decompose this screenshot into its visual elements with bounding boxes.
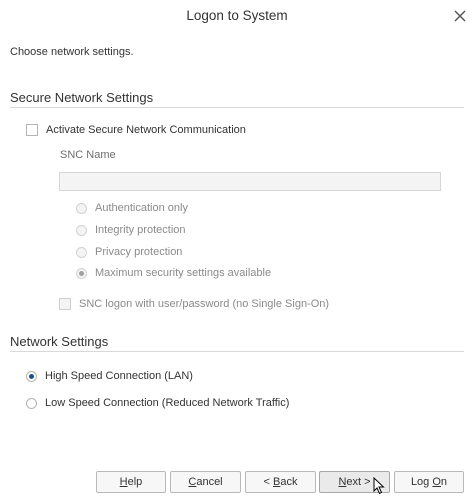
radio-button-selected[interactable] bbox=[76, 267, 87, 279]
section-divider bbox=[10, 351, 464, 352]
radio-label: Authentication only bbox=[95, 202, 188, 214]
intro-text: Choose network settings. bbox=[10, 46, 134, 58]
radio-button[interactable] bbox=[26, 397, 37, 409]
radio-label: Privacy protection bbox=[95, 246, 183, 258]
radio-label: High Speed Connection (LAN) bbox=[45, 370, 193, 382]
network-settings-section-title: Network Settings bbox=[10, 334, 109, 349]
radio-integrity-protection[interactable]: Integrity protection bbox=[76, 222, 186, 238]
close-button[interactable] bbox=[450, 6, 470, 26]
radio-dot bbox=[29, 373, 34, 379]
radio-low-speed[interactable]: Low Speed Connection (Reduced Network Tr… bbox=[26, 395, 289, 411]
radio-privacy-protection[interactable]: Privacy protection bbox=[76, 244, 182, 260]
snc-logon-password-checkbox-row[interactable]: SNC logon with user/password (no Single … bbox=[59, 296, 329, 312]
radio-authentication-only[interactable]: Authentication only bbox=[76, 200, 188, 216]
help-button[interactable]: Help bbox=[96, 471, 166, 493]
snc-logon-password-checkbox[interactable] bbox=[59, 298, 71, 310]
next-button[interactable]: Next > bbox=[319, 471, 390, 493]
radio-button[interactable] bbox=[76, 224, 87, 236]
secure-network-section-title: Secure Network Settings bbox=[10, 90, 154, 105]
activate-snc-label: Activate Secure Network Communication bbox=[46, 124, 246, 136]
back-button[interactable]: < Back bbox=[245, 471, 316, 493]
cancel-button[interactable]: Cancel bbox=[170, 471, 241, 493]
radio-label: Low Speed Connection (Reduced Network Tr… bbox=[45, 397, 290, 409]
close-icon bbox=[454, 10, 466, 22]
section-divider bbox=[10, 107, 464, 108]
radio-button-selected[interactable] bbox=[26, 370, 37, 382]
snc-name-label: SNC Name bbox=[60, 149, 116, 161]
dialog-title: Logon to System bbox=[186, 8, 288, 23]
radio-button[interactable] bbox=[76, 202, 87, 214]
activate-snc-checkbox[interactable] bbox=[26, 124, 38, 136]
radio-high-speed[interactable]: High Speed Connection (LAN) bbox=[26, 368, 193, 384]
radio-maximum-security[interactable]: Maximum security settings available bbox=[76, 265, 271, 281]
logon-button[interactable]: Log On bbox=[394, 471, 464, 493]
activate-snc-checkbox-row[interactable]: Activate Secure Network Communication bbox=[26, 122, 246, 138]
radio-button[interactable] bbox=[76, 246, 87, 258]
radio-label: Integrity protection bbox=[95, 224, 186, 236]
snc-name-input[interactable] bbox=[59, 172, 441, 191]
title-bar: Logon to System bbox=[0, 0, 474, 32]
radio-label: Maximum security settings available bbox=[95, 267, 272, 279]
snc-logon-password-label: SNC logon with user/password (no Single … bbox=[79, 298, 330, 310]
radio-dot bbox=[79, 270, 84, 276]
logon-dialog: Logon to System Choose network settings.… bbox=[0, 0, 474, 502]
